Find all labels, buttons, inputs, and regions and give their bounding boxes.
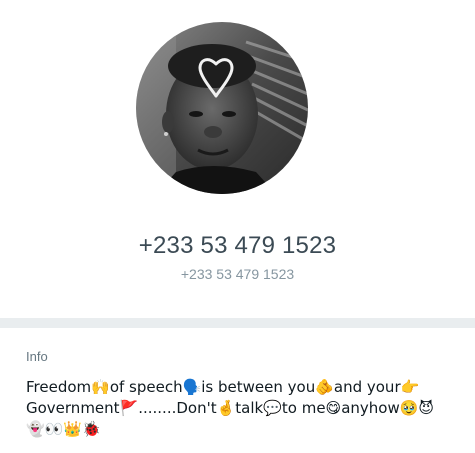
info-section: Info Freedom🙌of speech🗣️is between you🫵a… xyxy=(0,328,475,453)
section-divider xyxy=(0,318,475,328)
profile-header: +233 53 479 1523 +233 53 479 1523 xyxy=(0,0,475,318)
contact-phone-primary: +233 53 479 1523 xyxy=(138,232,337,259)
contact-phone-secondary: +233 53 479 1523 xyxy=(180,266,295,282)
contact-info-panel: +233 53 479 1523 +233 53 479 1523 Info F… xyxy=(0,0,475,453)
about-text: Freedom🙌of speech🗣️is between you🫵and yo… xyxy=(26,378,435,438)
profile-avatar[interactable] xyxy=(136,22,308,194)
avatar-photo xyxy=(136,22,308,194)
info-label: Info xyxy=(26,349,48,364)
